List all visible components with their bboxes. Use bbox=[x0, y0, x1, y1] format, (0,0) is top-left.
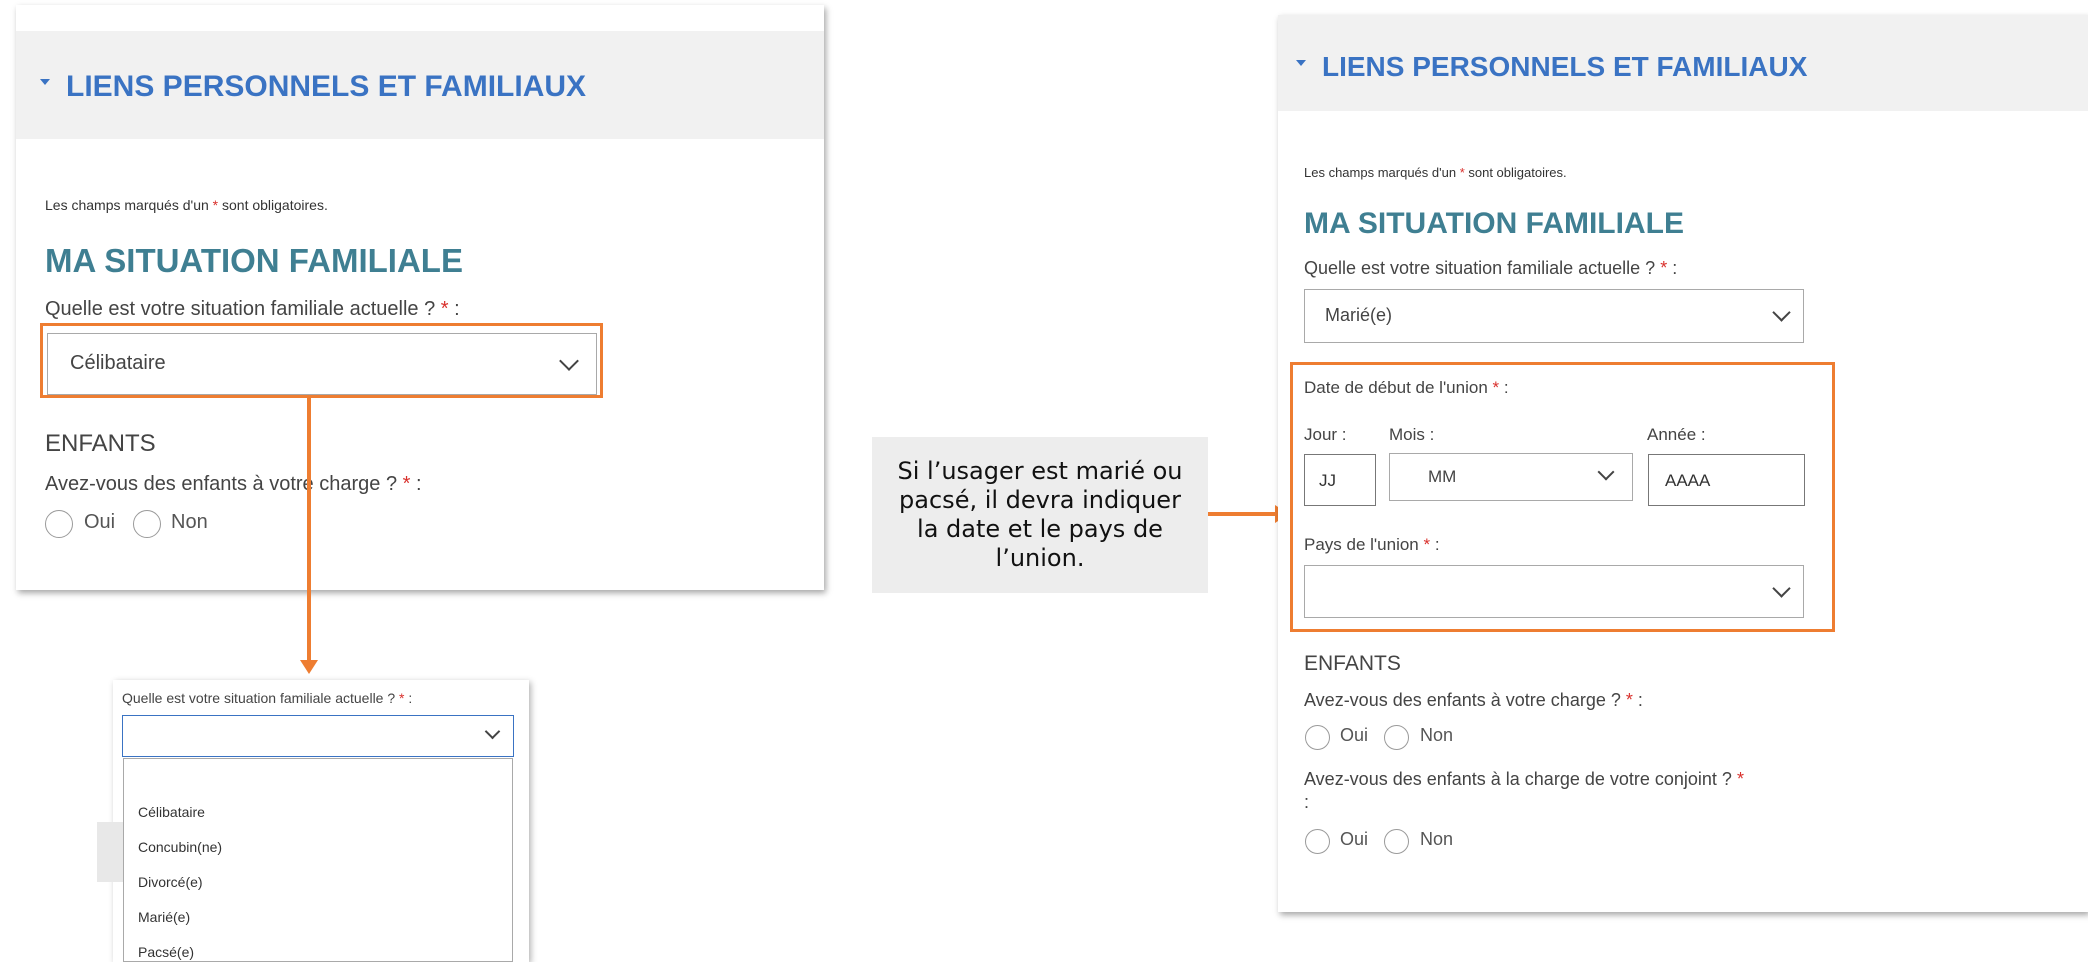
option-pacse[interactable]: Pacsé(e) bbox=[138, 944, 194, 960]
option-divorce[interactable]: Divorcé(e) bbox=[138, 874, 203, 890]
highlight-situation-select bbox=[40, 323, 603, 398]
spouse-children-yes-label: Oui bbox=[1340, 829, 1369, 849]
situation-value: Marié(e) bbox=[1325, 305, 1393, 325]
spouse-children-question: Avez-vous des enfants à la charge de vot… bbox=[1304, 769, 1744, 789]
chevron-down-icon bbox=[484, 723, 501, 740]
callout-note: Si l’usager est marié ou pacsé, il devra… bbox=[872, 437, 1208, 593]
required-note: Les champs marqués d'un * sont obligatoi… bbox=[45, 197, 328, 213]
caret-down-icon bbox=[40, 79, 50, 86]
children-no-label: Non bbox=[171, 511, 208, 533]
callout-arrow-line bbox=[1208, 512, 1278, 516]
spouse-children-yes-radio[interactable] bbox=[1305, 829, 1330, 854]
situation-question: Quelle est votre situation familiale act… bbox=[1304, 258, 1678, 278]
page-title: MA SITUATION FAMILIALE bbox=[1304, 207, 1684, 240]
left-form-panel: LIENS PERSONNELS ET FAMILIAUX Les champs… bbox=[16, 5, 824, 590]
chevron-down-icon bbox=[1772, 303, 1791, 322]
caret-down-icon bbox=[1296, 59, 1306, 66]
popup-situation-select[interactable] bbox=[122, 715, 514, 757]
highlight-union-fields bbox=[1290, 362, 1835, 632]
spouse-children-no-label: Non bbox=[1420, 829, 1454, 849]
option-celibataire[interactable]: Célibataire bbox=[138, 804, 205, 820]
page-title: MA SITUATION FAMILIALE bbox=[45, 242, 463, 279]
option-concubin[interactable]: Concubin(ne) bbox=[138, 839, 222, 855]
spouse-children-suffix: : bbox=[1304, 792, 1310, 812]
children-no-radio[interactable] bbox=[133, 510, 161, 538]
situation-select[interactable]: Marié(e) bbox=[1304, 289, 1804, 343]
children-heading: ENFANTS bbox=[45, 430, 156, 457]
section-header[interactable]: LIENS PERSONNELS ET FAMILIAUX bbox=[16, 31, 824, 139]
situation-question: Quelle est votre situation familiale act… bbox=[45, 298, 460, 320]
children-yes-label: Oui bbox=[1340, 725, 1369, 745]
connector-line bbox=[307, 397, 311, 662]
required-note: Les champs marqués d'un * sont obligatoi… bbox=[1304, 165, 1567, 180]
dropdown-popup-panel: Quelle est votre situation familiale act… bbox=[97, 680, 529, 962]
section-title: LIENS PERSONNELS ET FAMILIAUX bbox=[1296, 51, 1807, 83]
children-yes-radio[interactable] bbox=[45, 510, 73, 538]
children-yes-radio[interactable] bbox=[1305, 725, 1330, 750]
children-no-label: Non bbox=[1420, 725, 1454, 745]
children-no-radio[interactable] bbox=[1384, 725, 1409, 750]
option-marie[interactable]: Marié(e) bbox=[138, 909, 190, 925]
section-header[interactable]: LIENS PERSONNELS ET FAMILIAUX bbox=[1278, 15, 2088, 111]
popup-options-list: Célibataire Concubin(ne) Divorcé(e) Mari… bbox=[123, 758, 513, 962]
connector-arrowhead bbox=[300, 660, 318, 674]
spouse-children-no-radio[interactable] bbox=[1384, 829, 1409, 854]
section-title: LIENS PERSONNELS ET FAMILIAUX bbox=[40, 70, 586, 104]
children-question: Avez-vous des enfants à votre charge ? *… bbox=[45, 473, 422, 495]
children-heading: ENFANTS bbox=[1304, 652, 1401, 675]
popup-question: Quelle est votre situation familiale act… bbox=[122, 690, 413, 706]
children-question: Avez-vous des enfants à votre charge ? *… bbox=[1304, 690, 1643, 710]
children-yes-label: Oui bbox=[84, 511, 116, 533]
